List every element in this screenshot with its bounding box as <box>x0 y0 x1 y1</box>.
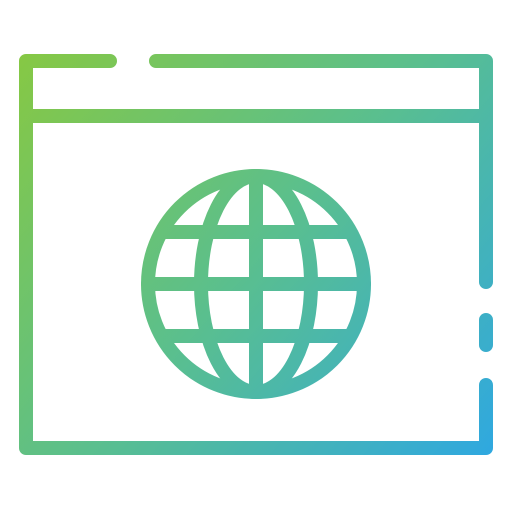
globe-icon <box>141 169 371 399</box>
icon-canvas <box>0 0 512 512</box>
browser-window-globe-icon <box>19 54 493 455</box>
